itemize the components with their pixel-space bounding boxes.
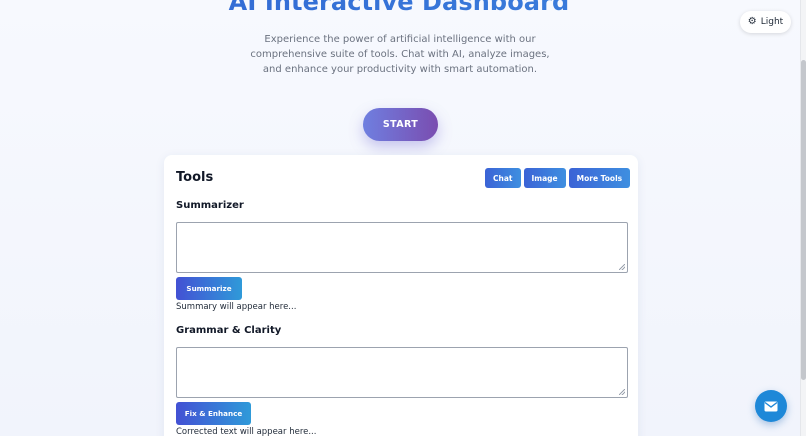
grammar-input[interactable] — [176, 347, 628, 398]
summarizer-input[interactable] — [176, 222, 628, 273]
grammar-result: Corrected text will appear here... — [176, 427, 317, 436]
theme-toggle-label: Light — [760, 17, 784, 27]
tab-image[interactable]: Image — [523, 168, 566, 188]
summarize-button[interactable]: Summarize — [176, 277, 242, 300]
tools-card: Tools Chat Image More Tools Summarizer S… — [164, 155, 638, 436]
theme-toggle-button[interactable]: ⚙ Light — [740, 11, 791, 33]
start-button[interactable]: START — [363, 108, 438, 141]
tab-more-tools[interactable]: More Tools — [568, 168, 631, 188]
page-scrollbar[interactable] — [800, 0, 806, 436]
fix-enhance-button[interactable]: Fix & Enhance — [176, 402, 251, 425]
contact-button[interactable] — [755, 390, 787, 422]
grammar-heading: Grammar & Clarity — [176, 325, 282, 336]
gear-icon: ⚙ — [747, 16, 757, 27]
summary-result: Summary will appear here... — [176, 302, 297, 312]
resize-grip-icon[interactable] — [619, 264, 625, 270]
summarizer-heading: Summarizer — [176, 200, 244, 211]
tools-title: Tools — [176, 170, 214, 185]
resize-grip-icon[interactable] — [619, 389, 625, 395]
tools-tab-bar: Chat Image More Tools — [485, 168, 631, 188]
page-title: AI Interactive Dashboard — [0, 0, 798, 16]
hero-description: Experience the power of artificial intel… — [250, 34, 550, 75]
tab-chat[interactable]: Chat — [485, 168, 521, 188]
mail-icon — [764, 401, 778, 411]
scrollbar-thumb[interactable] — [801, 60, 806, 380]
